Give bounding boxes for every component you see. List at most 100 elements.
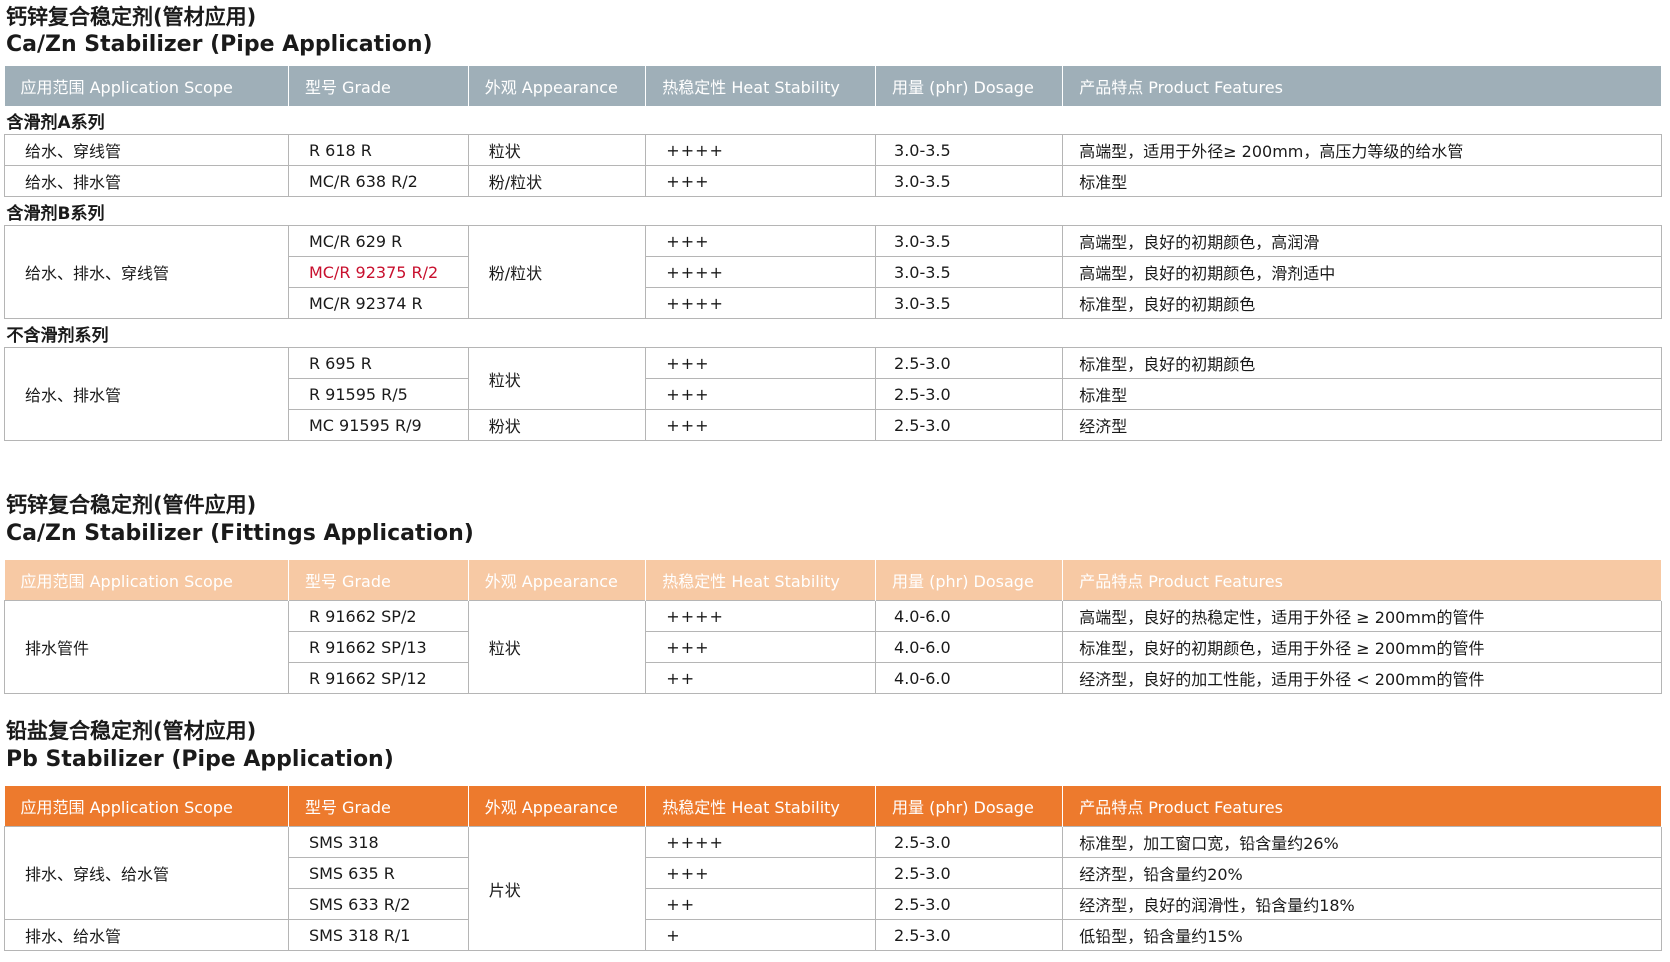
header-dosage: 用量 (phr) Dosage xyxy=(875,66,1064,106)
cell-heat: ++++ xyxy=(645,600,877,632)
cell-scope: 给水、排水管 xyxy=(4,347,289,441)
cell-dosage: 3.0-3.5 xyxy=(875,134,1064,166)
cell-features: 经济型，良好的加工性能，适用于外径 < 200mm的管件 xyxy=(1062,662,1662,694)
cell-grade: R 91595 R/5 xyxy=(287,378,469,410)
header-heat-stability: 热稳定性 Heat Stability xyxy=(645,786,877,827)
cell-heat: ++ xyxy=(645,888,877,920)
table-header-row: 应用范围 Application Scope 型号 Grade 外观 Appea… xyxy=(4,66,1662,106)
cell-dosage: 3.0-3.5 xyxy=(875,256,1064,288)
header-dosage: 用量 (phr) Dosage xyxy=(875,786,1064,827)
header-dosage: 用量 (phr) Dosage xyxy=(875,560,1064,601)
header-appearance: 外观 Appearance xyxy=(468,66,647,106)
table-row: 给水、排水管 R 695 R 粒状 +++ 2.5-3.0 标准型，良好的初期颜… xyxy=(4,347,1662,441)
cell-heat: +++ xyxy=(645,165,877,197)
cell-features: 标准型，加工窗口宽，铅含量约26% xyxy=(1062,826,1662,858)
section1-title-en: Ca/Zn Stabilizer (Pipe Application) xyxy=(6,32,433,57)
cell-features: 经济型，铅含量约20% xyxy=(1062,857,1662,889)
cell-grade: MC/R 629 R xyxy=(287,225,469,257)
group-label-row: 含滑剂B系列 xyxy=(5,197,1662,226)
cell-appearance: 粒状 xyxy=(467,347,647,410)
table-cazn-fittings: 应用范围 Application Scope 型号 Grade 外观 Appea… xyxy=(4,560,1662,694)
group-label: 不含滑剂系列 xyxy=(6,325,109,346)
cell-grade: R 91662 SP/12 xyxy=(287,662,469,694)
cell-grade: R 695 R xyxy=(287,347,469,379)
cell-features: 经济型，良好的润滑性，铅含量约18% xyxy=(1062,888,1662,920)
table-pb-pipe: 应用范围 Application Scope 型号 Grade 外观 Appea… xyxy=(4,786,1662,951)
cell-appearance: 粒状 xyxy=(467,134,647,166)
cell-grade: SMS 633 R/2 xyxy=(287,888,469,920)
cell-scope: 排水管件 xyxy=(4,600,289,694)
cell-heat: ++++ xyxy=(645,256,877,288)
table-row: 排水管件 R 91662 SP/2 粒状 ++++ 4.0-6.0 高端型，良好… xyxy=(4,600,1662,694)
cell-features: 经济型 xyxy=(1062,409,1662,441)
header-grade: 型号 Grade xyxy=(288,66,469,106)
cell-dosage: 4.0-6.0 xyxy=(875,600,1064,632)
header-grade: 型号 Grade xyxy=(288,560,469,601)
cell-heat: ++++ xyxy=(645,826,877,858)
cell-dosage: 2.5-3.0 xyxy=(875,409,1064,441)
section2-title-zh: 钙锌复合稳定剂(管件应用) xyxy=(6,493,257,517)
header-features: 产品特点 Product Features xyxy=(1062,66,1662,106)
header-scope: 应用范围 Application Scope xyxy=(4,786,289,827)
cell-features: 高端型，适用于外径≥ 200mm，高压力等级的给水管 xyxy=(1062,134,1662,166)
cell-features: 标准型，良好的初期颜色 xyxy=(1062,347,1662,379)
cell-scope: 给水、穿线管 xyxy=(4,134,289,166)
group-label: 含滑剂B系列 xyxy=(6,203,105,224)
cell-appearance: 粒状 xyxy=(467,600,647,694)
section1-title-zh: 钙锌复合稳定剂(管材应用) xyxy=(6,5,257,29)
header-features: 产品特点 Product Features xyxy=(1062,786,1662,827)
cell-grade-highlighted: MC/R 92375 R/2 xyxy=(287,256,469,288)
cell-grade: SMS 318 R/1 xyxy=(287,919,469,951)
group-label-row: 含滑剂A系列 xyxy=(5,106,1662,135)
header-appearance: 外观 Appearance xyxy=(468,560,647,601)
cell-dosage: 2.5-3.0 xyxy=(875,857,1064,889)
cell-grade: SMS 635 R xyxy=(287,857,469,889)
cell-heat: +++ xyxy=(645,347,877,379)
cell-heat: +++ xyxy=(645,631,877,663)
cell-grade: R 618 R xyxy=(287,134,469,166)
cell-heat: +++ xyxy=(645,225,877,257)
table-row: 给水、穿线管 R 618 R 粒状 ++++ 3.0-3.5 高端型，适用于外径… xyxy=(4,134,1662,166)
header-grade: 型号 Grade xyxy=(288,786,469,827)
cell-dosage: 2.5-3.0 xyxy=(875,378,1064,410)
cell-features: 高端型，良好的初期颜色，高润滑 xyxy=(1062,225,1662,257)
cell-appearance: 粉状 xyxy=(467,409,647,441)
header-heat-stability: 热稳定性 Heat Stability xyxy=(645,560,877,601)
cell-features: 低铅型，铅含量约15% xyxy=(1062,919,1662,951)
cell-dosage: 2.5-3.0 xyxy=(875,888,1064,920)
cell-heat: +++ xyxy=(645,409,877,441)
cell-features: 高端型，良好的热稳定性，适用于外径 ≥ 200mm的管件 xyxy=(1062,600,1662,632)
group-label: 含滑剂A系列 xyxy=(6,112,105,133)
cell-heat: ++++ xyxy=(645,134,877,166)
cell-heat: ++ xyxy=(645,662,877,694)
cell-features: 高端型，良好的初期颜色，滑剂适中 xyxy=(1062,256,1662,288)
cell-appearance: 片状 xyxy=(467,826,647,951)
cell-dosage: 4.0-6.0 xyxy=(875,662,1064,694)
header-scope: 应用范围 Application Scope xyxy=(4,66,289,106)
header-heat-stability: 热稳定性 Heat Stability xyxy=(645,66,877,106)
cell-features: 标准型，良好的初期颜色，适用于外径 ≥ 200mm的管件 xyxy=(1062,631,1662,663)
table-row: 给水、排水管 MC/R 638 R/2 粉/粒状 +++ 3.0-3.5 标准型 xyxy=(4,165,1662,197)
cell-dosage: 2.5-3.0 xyxy=(875,347,1064,379)
cell-heat: +++ xyxy=(645,378,877,410)
header-features: 产品特点 Product Features xyxy=(1062,560,1662,601)
cell-heat: + xyxy=(645,919,877,951)
table-row: 排水、给水管 SMS 318 R/1 + 2.5-3.0 低铅型，铅含量约15% xyxy=(4,919,1662,951)
table-header-row: 应用范围 Application Scope 型号 Grade 外观 Appea… xyxy=(4,560,1662,601)
cell-dosage: 3.0-3.5 xyxy=(875,287,1064,319)
cell-grade: R 91662 SP/13 xyxy=(287,631,469,663)
cell-appearance: 粉/粒状 xyxy=(467,165,647,197)
cell-grade: MC/R 92374 R xyxy=(287,287,469,319)
cell-scope: 给水、排水管 xyxy=(4,165,289,197)
section3-title-zh: 铅盐复合稳定剂(管材应用) xyxy=(6,719,257,743)
cell-scope: 排水、穿线、给水管 xyxy=(4,826,289,920)
table-row: 给水、排水、穿线管 MC/R 629 R 粉/粒状 +++ 3.0-3.5 高端… xyxy=(4,225,1662,319)
table-header-row: 应用范围 Application Scope 型号 Grade 外观 Appea… xyxy=(4,786,1662,827)
cell-grade: R 91662 SP/2 xyxy=(287,600,469,632)
cell-scope: 排水、给水管 xyxy=(4,919,289,951)
cell-appearance: 粉/粒状 xyxy=(467,225,647,319)
cell-features: 标准型 xyxy=(1062,165,1662,197)
cell-scope: 给水、排水、穿线管 xyxy=(4,225,289,319)
section2-title-en: Ca/Zn Stabilizer (Fittings Application) xyxy=(6,521,474,546)
cell-dosage: 2.5-3.0 xyxy=(875,826,1064,858)
